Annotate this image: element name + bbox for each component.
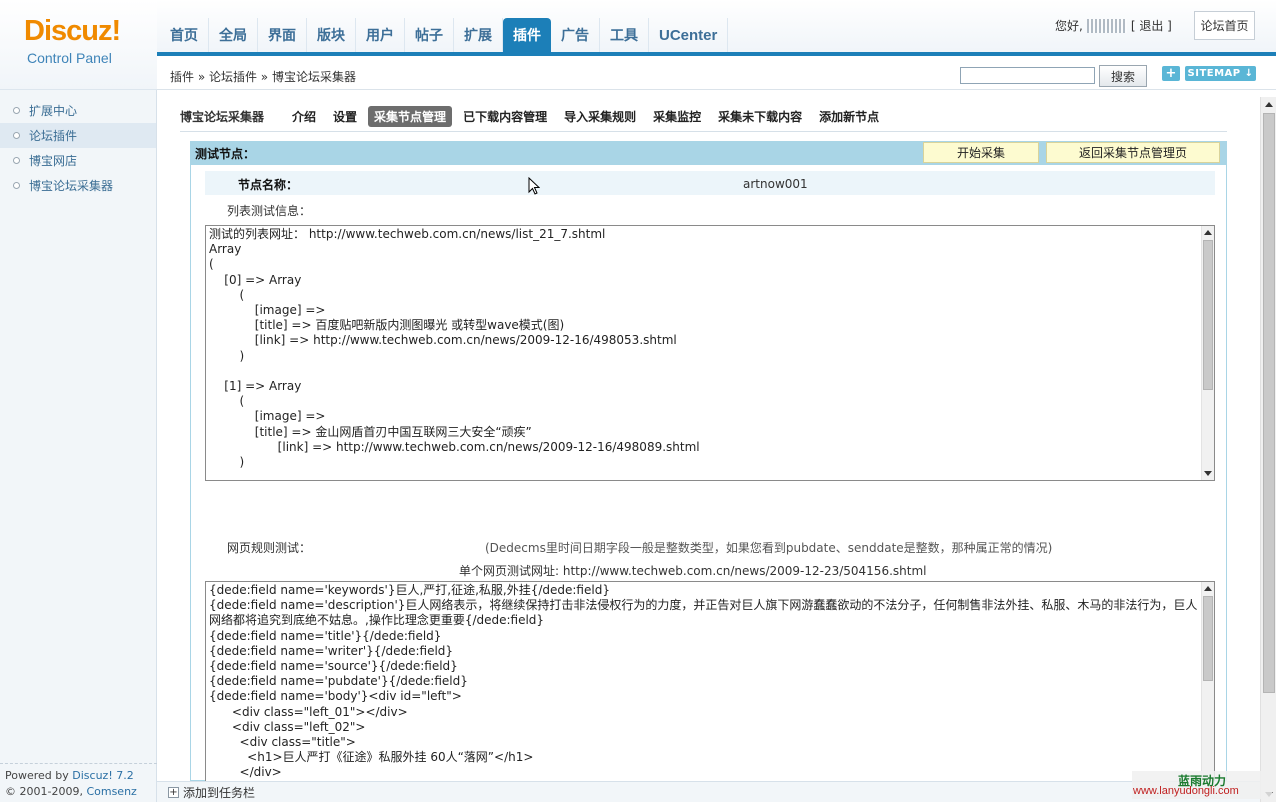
- plugin-title: 博宝论坛采集器: [180, 110, 265, 124]
- node-name-value: artnow001: [743, 177, 808, 191]
- list-output-text: 测试的列表网址： http://www.techweb.com.cn/news/…: [209, 227, 700, 470]
- sidebar-item-label: 扩展中心: [29, 104, 78, 118]
- powered-by: Powered by Discuz! 7.2 © 2001-2009, Coms…: [5, 768, 156, 802]
- powered-brand-link[interactable]: Discuz! 7.2: [72, 769, 133, 782]
- node-name-label: 节点名称：: [238, 178, 299, 192]
- sidebar-divider: [0, 763, 157, 764]
- user-bar: 您好, [ 退出 ]: [1055, 17, 1172, 34]
- add-to-taskbar-label[interactable]: 添加到任务栏: [183, 784, 255, 801]
- top-nav: 首页 全局 界面 版块 用户 帖子 扩展 插件 广告 工具 UCenter: [160, 18, 729, 52]
- sidebar-item-shop[interactable]: 博宝网店: [0, 148, 156, 173]
- plugin-tab-import-rules[interactable]: 导入采集规则: [564, 108, 636, 125]
- scroll-up-icon[interactable]: [1265, 102, 1273, 107]
- start-collect-button[interactable]: 开始采集: [923, 142, 1039, 163]
- main-content: 博宝论坛采集器 介绍 设置 采集节点管理 已下载内容管理 导入采集规则 采集监控…: [158, 91, 1260, 781]
- watermark-url: www.lanyudongli.com: [1133, 785, 1239, 797]
- scroll-up-icon[interactable]: [1204, 230, 1212, 235]
- logo[interactable]: Discuz! Control Panel: [0, 0, 157, 90]
- plugin-tab-node-manage[interactable]: 采集节点管理: [368, 106, 453, 127]
- sidebar-item-label: 博宝论坛采集器: [29, 179, 114, 193]
- divider: [180, 131, 1227, 132]
- logo-title: Discuz!: [24, 15, 121, 47]
- scroll-down-icon[interactable]: [1204, 471, 1212, 476]
- tab-plugins[interactable]: 插件: [503, 18, 551, 52]
- sidebar-item-forum-plugins[interactable]: 论坛插件: [0, 123, 156, 148]
- greeting: 您好,: [1055, 19, 1083, 33]
- tab-home[interactable]: 首页: [160, 18, 209, 52]
- logo-subtitle: Control Panel: [27, 50, 112, 66]
- plugin-tab-monitor[interactable]: 采集监控: [653, 108, 701, 125]
- back-to-nodes-button[interactable]: 返回采集节点管理页: [1046, 142, 1220, 163]
- tab-ads[interactable]: 广告: [551, 18, 600, 52]
- plugin-tab-downloaded[interactable]: 已下载内容管理: [463, 108, 547, 125]
- tab-tools[interactable]: 工具: [600, 18, 649, 52]
- bullet-icon: [13, 157, 20, 164]
- cursor-icon: [528, 177, 540, 195]
- plugin-tab-add-node[interactable]: 添加新节点: [819, 108, 879, 125]
- sitemap-button[interactable]: SITEMAP ↓: [1185, 66, 1256, 81]
- list-test-label: 列表测试信息：: [227, 204, 312, 218]
- powered-prefix: Powered by: [5, 769, 73, 782]
- node-name-row: 节点名称： artnow001: [205, 171, 1215, 195]
- rule-test-label: 网页规则测试：: [227, 541, 312, 555]
- username-image: [1086, 18, 1127, 33]
- forum-home-button[interactable]: 论坛首页: [1194, 11, 1255, 40]
- sidebar-item-label: 论坛插件: [29, 129, 78, 143]
- list-output-scrollbar[interactable]: [1201, 226, 1214, 480]
- scroll-up-icon[interactable]: [1204, 586, 1212, 591]
- tab-posts[interactable]: 帖子: [405, 18, 454, 52]
- logout-link[interactable]: [ 退出 ]: [1131, 17, 1172, 34]
- list-test-output[interactable]: 测试的列表网址： http://www.techweb.com.cn/news/…: [205, 225, 1215, 481]
- tab-interface[interactable]: 界面: [258, 18, 307, 52]
- search-button[interactable]: 搜索: [1099, 65, 1147, 87]
- tab-ucenter[interactable]: UCenter: [649, 18, 729, 52]
- scroll-thumb[interactable]: [1203, 240, 1213, 390]
- sidebar: 扩展中心 论坛插件 博宝网店 博宝论坛采集器 Powered by Discuz…: [0, 90, 157, 802]
- sidebar-item-collector[interactable]: 博宝论坛采集器: [0, 173, 156, 198]
- tab-forums[interactable]: 版块: [307, 18, 356, 52]
- breadcrumb: 插件 » 论坛插件 » 博宝论坛采集器: [170, 70, 356, 84]
- tab-users[interactable]: 用户: [356, 18, 405, 52]
- sidebar-item-extension-center[interactable]: 扩展中心: [0, 98, 156, 123]
- page-scroll-thumb[interactable]: [1263, 113, 1275, 693]
- test-node-panel: 测试节点： 开始采集 返回采集节点管理页 节点名称： artnow001 列表测…: [190, 141, 1227, 781]
- bullet-icon: [13, 132, 20, 139]
- bullet-icon: [13, 107, 20, 114]
- rule-note: (Dedecms里时间日期字段一般是整数类型，如果您看到pubdate、send…: [485, 541, 1053, 555]
- search-input[interactable]: [960, 67, 1095, 84]
- bullet-icon: [13, 182, 20, 189]
- sidebar-item-label: 博宝网店: [29, 154, 78, 168]
- rule-output-scrollbar[interactable]: [1201, 582, 1214, 781]
- copyright-prefix: © 2001-2009,: [5, 785, 87, 798]
- taskbar[interactable]: + 添加到任务栏: [157, 781, 1260, 802]
- plugin-nav: 博宝论坛采集器 介绍 设置 采集节点管理 已下载内容管理 导入采集规则 采集监控…: [180, 106, 896, 127]
- plugin-tab-undownloaded[interactable]: 采集未下载内容: [718, 108, 802, 125]
- page-scrollbar[interactable]: [1260, 97, 1276, 802]
- plugin-tab-intro[interactable]: 介绍: [292, 108, 316, 125]
- tab-extensions[interactable]: 扩展: [454, 18, 503, 52]
- panel-title: 测试节点：: [195, 146, 256, 161]
- rule-test-output[interactable]: {dede:field name='keywords'}巨人,严打,征途,私服,…: [205, 581, 1215, 781]
- tab-global[interactable]: 全局: [209, 18, 258, 52]
- single-url-note: 单个网页测试网址: http://www.techweb.com.cn/news…: [459, 564, 927, 578]
- add-shortcut-button[interactable]: +: [1162, 66, 1180, 81]
- plus-icon[interactable]: +: [168, 786, 179, 798]
- plugin-tab-settings[interactable]: 设置: [333, 108, 357, 125]
- rule-output-text: {dede:field name='keywords'}巨人,严打,征途,私服,…: [209, 583, 1198, 781]
- scroll-thumb[interactable]: [1203, 596, 1213, 681]
- sub-bar: 插件 » 论坛插件 » 博宝论坛采集器 搜索 + SITEMAP ↓: [157, 56, 1276, 90]
